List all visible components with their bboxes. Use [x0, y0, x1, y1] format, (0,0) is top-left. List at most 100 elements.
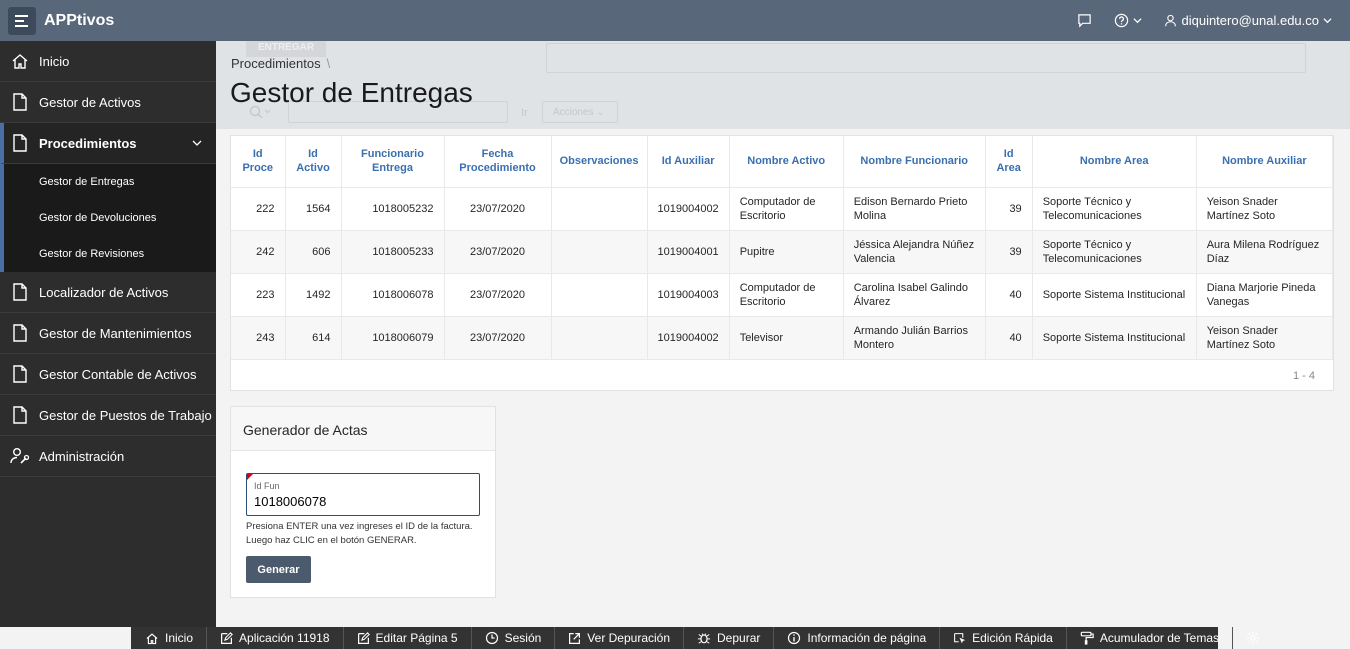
- devbar-sesion[interactable]: Sesión: [472, 627, 556, 649]
- cell-funcionario-entrega: 1018006079: [341, 316, 445, 360]
- help-text: Presiona ENTER una vez ingreses el ID de…: [246, 521, 473, 546]
- generar-button[interactable]: Generar: [246, 556, 311, 583]
- sidebar-subitem-revisiones[interactable]: Gestor de Revisiones: [4, 236, 216, 272]
- sidebar-item-inicio[interactable]: Inicio: [0, 41, 216, 82]
- sidebar-subitem-entregas[interactable]: Gestor de Entregas: [4, 164, 216, 200]
- devbar-label: Aplicación 11918: [239, 631, 330, 645]
- actions-menu-button[interactable]: Acciones ⌄: [542, 101, 618, 123]
- cell-fecha: 23/07/2020: [444, 273, 552, 317]
- column-header[interactable]: Id Proce: [231, 136, 286, 188]
- toolbar-search-bar: [546, 43, 1306, 73]
- sidebar-subitem-devoluciones[interactable]: Gestor de Devoluciones: [4, 200, 216, 236]
- id-fun-input[interactable]: [254, 494, 474, 509]
- cell-fecha: 23/07/2020: [444, 316, 552, 360]
- help-menu[interactable]: [1114, 13, 1143, 28]
- column-header[interactable]: Fecha Procedimiento: [444, 136, 552, 188]
- document-icon: [10, 405, 30, 425]
- devbar-info-pagina[interactable]: Información de página: [774, 627, 941, 649]
- column-header[interactable]: Nombre Auxiliar: [1196, 136, 1334, 188]
- main-content: Id Proce Id Activo Funcionario Entrega Fech…: [216, 41, 1350, 627]
- devbar-editar-pagina[interactable]: Editar Página 5: [344, 627, 472, 649]
- document-icon: [10, 92, 30, 112]
- cell-nombre-funcionario: Jéssica Alejandra Núñez Valencia: [843, 230, 986, 274]
- sidebar-item-contable[interactable]: Gestor Contable de Activos: [0, 354, 216, 395]
- cell-nombre-auxiliar: Diana Marjorie Pineda Vanegas: [1196, 273, 1334, 317]
- column-header[interactable]: Id Activo: [285, 136, 342, 188]
- app-title[interactable]: APPtivos: [44, 12, 114, 30]
- cell-nombre-auxiliar: Yeison Snader Martínez Soto: [1196, 187, 1334, 231]
- menu-toggle-icon[interactable]: [8, 6, 36, 35]
- cell-id-activo: 1492: [285, 273, 342, 317]
- breadcrumb: Procedimientos \: [231, 56, 330, 71]
- external-link-icon: [569, 632, 581, 644]
- clock-icon: [485, 631, 498, 645]
- devbar-edicion-rapida[interactable]: Edición Rápida: [940, 627, 1067, 649]
- cell-nombre-funcionario: Edison Bernardo Prieto Molina: [843, 187, 986, 231]
- cell-nombre-activo: Computador de Escritorio: [729, 187, 844, 231]
- sidebar-item-localizador[interactable]: Localizador de Activos: [0, 272, 216, 313]
- column-header[interactable]: Nombre Funcionario: [843, 136, 986, 188]
- cell-id-proce: 223: [231, 273, 286, 317]
- chevron-down-icon: [1323, 18, 1332, 24]
- actions-label: Acciones: [553, 107, 594, 118]
- cell-funcionario-entrega: 1018005232: [341, 187, 445, 231]
- cell-id-auxiliar: 1019004003: [647, 273, 730, 317]
- cell-fecha: 23/07/2020: [444, 230, 552, 274]
- id-fun-field[interactable]: Id Fun: [246, 473, 480, 516]
- devbar-label: Edición Rápida: [972, 631, 1053, 645]
- generador-actas-region: Generador de Actas Id Fun Presiona ENTER…: [230, 406, 496, 598]
- table-row: 222 1564 1018005232 23/07/2020 1019004002 Com…: [231, 187, 1334, 231]
- page-title: Gestor de Entregas: [230, 77, 473, 108]
- breadcrumb-link[interactable]: Procedimientos: [231, 56, 321, 71]
- column-header[interactable]: Nombre Activo: [729, 136, 844, 188]
- entregas-table: Id Proce Id Activo Funcionario Entrega Fech…: [231, 136, 1334, 360]
- sidebar-item-administracion[interactable]: Administración: [0, 436, 216, 477]
- document-icon: [10, 282, 30, 302]
- go-button[interactable]: Ir: [521, 107, 528, 119]
- chevron-down-icon: [1133, 18, 1143, 24]
- devbar-ver-depuracion[interactable]: Ver Depuración: [555, 627, 685, 649]
- devbar-aplicacion[interactable]: Aplicación 11918: [207, 627, 344, 649]
- cell-observaciones: [551, 273, 648, 317]
- chevron-down-icon[interactable]: [192, 136, 202, 151]
- devbar-depurar[interactable]: Depurar: [684, 627, 775, 649]
- cell-id-area: 39: [985, 230, 1033, 274]
- page-header: ENTREGAR Ir Acciones ⌄ Procedimientos \ G…: [216, 41, 1350, 129]
- table-row: 242 606 1018005233 23/07/2020 1019004001 Pupi…: [231, 230, 1334, 274]
- user-menu[interactable]: diquintero@unal.edu.co: [1164, 13, 1332, 28]
- cell-id-proce: 242: [231, 230, 286, 274]
- cell-nombre-area: Soporte Sistema Institucional: [1032, 316, 1197, 360]
- region-title: Generador de Actas: [231, 407, 495, 451]
- cell-nombre-activo: Computador de Escritorio: [729, 273, 844, 317]
- gear-icon: [1246, 631, 1260, 645]
- column-header[interactable]: Funcionario Entrega: [341, 136, 445, 188]
- cell-nombre-area: Soporte Técnico y Telecomunicaciones: [1032, 230, 1197, 274]
- sidebar-item-procedimientos[interactable]: Procedimientos: [0, 123, 216, 164]
- cell-observaciones: [551, 187, 648, 231]
- devbar-label: Ver Depuración: [587, 631, 671, 645]
- devbar-settings[interactable]: [1233, 627, 1273, 649]
- column-header[interactable]: Nombre Area: [1032, 136, 1197, 188]
- column-header[interactable]: Observaciones: [551, 136, 648, 188]
- top-bar: APPtivos diquintero@unal.edu.co: [0, 0, 1350, 41]
- devbar-inicio[interactable]: Inicio: [131, 627, 208, 649]
- bug-icon: [697, 633, 711, 644]
- sidebar-item-gestor-activos[interactable]: Gestor de Activos: [0, 82, 216, 123]
- cell-id-activo: 1564: [285, 187, 342, 231]
- sidebar-item-puestos[interactable]: Gestor de Puestos de Trabajo: [0, 395, 216, 436]
- feedback-icon[interactable]: [1077, 13, 1092, 28]
- devbar-label: Sesión: [504, 631, 542, 645]
- interactive-report: Id Proce Id Activo Funcionario Entrega Fech…: [230, 135, 1334, 391]
- column-header[interactable]: Id Auxiliar: [647, 136, 730, 188]
- entregar-button[interactable]: ENTREGAR: [246, 41, 326, 57]
- column-header[interactable]: Id Area: [985, 136, 1033, 188]
- devbar-acumulador-temas[interactable]: Acumulador de Temas: [1067, 627, 1234, 649]
- edit-icon: [221, 631, 233, 644]
- sidebar-item-mantenimientos[interactable]: Gestor de Mantenimientos: [0, 313, 216, 354]
- cell-id-auxiliar: 1019004001: [647, 230, 730, 274]
- cell-fecha: 23/07/2020: [444, 187, 552, 231]
- id-fun-label: Id Fun: [254, 481, 280, 491]
- cell-id-proce: 222: [231, 187, 286, 231]
- cell-observaciones: [551, 230, 648, 274]
- cell-id-area: 40: [985, 316, 1033, 360]
